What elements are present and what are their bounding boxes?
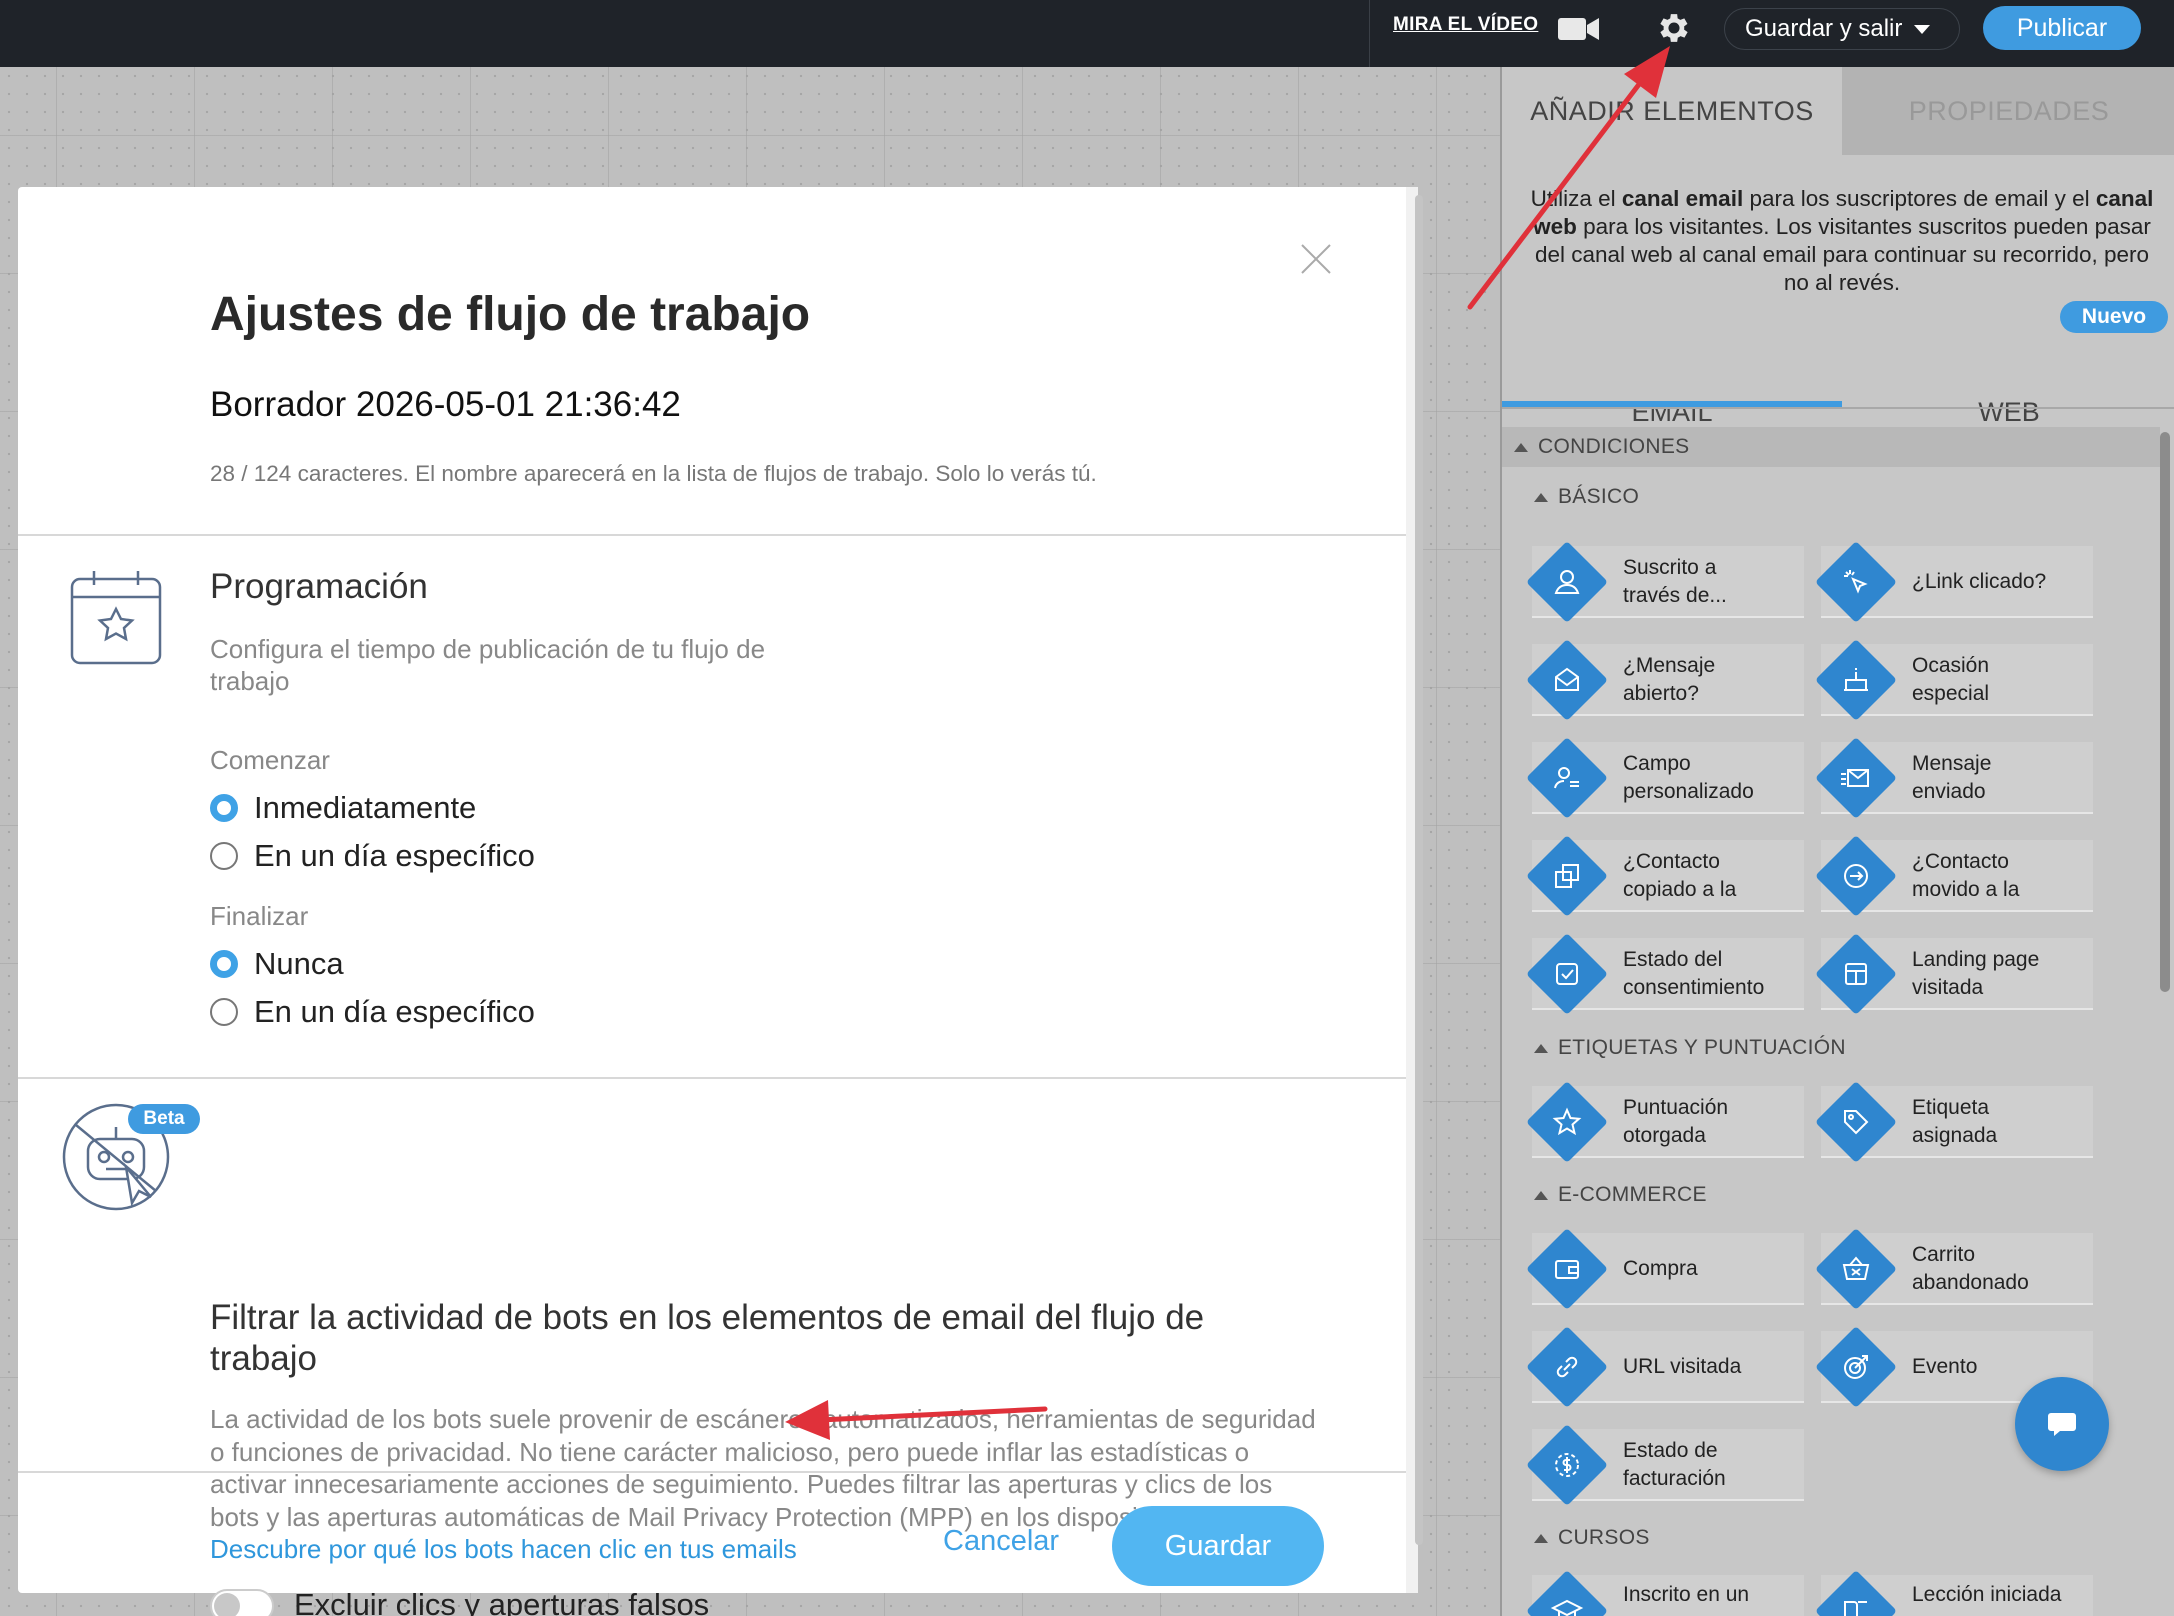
section-tags-scoring[interactable]: ETIQUETAS Y PUNTUACIÓN <box>1534 1036 1846 1060</box>
collapse-icon <box>1534 492 1548 502</box>
element-enrolled-course[interactable]: Inscrito en un <box>1525 1569 1804 1616</box>
watch-video-link[interactable]: MIRA EL VÍDEO <box>1393 14 1538 36</box>
section-ecommerce[interactable]: E-COMMERCE <box>1534 1183 1707 1207</box>
element-message-sent[interactable]: Mensaje enviado <box>1814 736 2093 820</box>
workflow-settings-modal: Ajustes de flujo de trabajo Borrador 202… <box>18 187 1423 1616</box>
elements-panel: AÑADIR ELEMENTOS PROPIEDADES Utiliza el … <box>1500 67 2174 1616</box>
section-basic[interactable]: BÁSICO <box>1534 485 1639 509</box>
radio-end-never[interactable]: Nunca <box>210 946 344 982</box>
element-subscribed-via[interactable]: Suscrito a través de... <box>1525 540 1804 624</box>
cake-icon <box>1844 668 1868 691</box>
exclude-fake-toggle[interactable] <box>210 1589 274 1616</box>
tab-add-elements[interactable]: AÑADIR ELEMENTOS <box>1502 67 1842 155</box>
graduation-cap-icon <box>1550 1599 1584 1616</box>
exclude-fake-label: Excluir clics y aperturas falsos <box>294 1587 710 1616</box>
section-courses[interactable]: CURSOS <box>1534 1526 1650 1550</box>
basket-x-icon <box>1842 1256 1870 1280</box>
element-custom-field[interactable]: Campo personalizado <box>1525 736 1804 820</box>
divider <box>18 534 1406 536</box>
element-billing-status[interactable]: Estado de facturación <box>1525 1423 1804 1507</box>
topbar-divider <box>1369 0 1370 67</box>
chat-bubble-icon <box>2048 1413 2076 1436</box>
tabs-divider <box>1502 407 2174 409</box>
checkbox-icon <box>1556 963 1578 985</box>
divider <box>18 1471 1406 1473</box>
layout-icon <box>1845 963 1867 985</box>
tag-icon <box>1844 1110 1869 1135</box>
calendar-star-icon <box>70 571 162 665</box>
element-abandoned-cart[interactable]: Carrito abandonado <box>1814 1227 2093 1311</box>
element-message-opened[interactable]: ¿Mensaje abierto? <box>1525 638 1804 722</box>
radio-end-specific-day[interactable]: En un día específico <box>210 994 535 1030</box>
wallet-icon <box>1555 1260 1579 1279</box>
panel-scrollbar[interactable] <box>2160 432 2170 992</box>
link-icon <box>1556 1356 1578 1378</box>
top-bar: MIRA EL VÍDEO Guardar y salir Publicar <box>0 0 2174 67</box>
element-score-given[interactable]: Puntuación otorgada <box>1525 1080 1804 1164</box>
collapse-icon <box>1534 1190 1548 1200</box>
element-link-clicked[interactable]: ¿Link clicado? <box>1814 540 2093 624</box>
element-url-visited[interactable]: URL visitada <box>1525 1325 1804 1409</box>
schedule-description: Configura el tiempo de publicación de tu… <box>210 634 766 696</box>
star-icon <box>1552 1107 1582 1136</box>
save-and-exit-label: Guardar y salir <box>1745 15 1903 42</box>
dollar-cycle-icon <box>1555 1453 1579 1477</box>
element-contact-copied[interactable]: ¿Contacto copiado a la <box>1525 834 1804 918</box>
copy-icon <box>1555 864 1579 888</box>
divider <box>18 1077 1406 1079</box>
toggle-knob <box>214 1593 240 1616</box>
cursor-click-icon <box>1844 570 1868 594</box>
learn-bots-link[interactable]: Descubre por qué los bots hacen clic en … <box>210 1534 797 1564</box>
save-and-exit-dropdown[interactable]: Guardar y salir <box>1724 8 1960 50</box>
radio-unselected-icon <box>210 998 238 1026</box>
target-icon <box>1844 1355 1868 1379</box>
element-purchase[interactable]: Compra <box>1525 1227 1804 1311</box>
radio-selected-icon <box>210 950 238 978</box>
save-button[interactable]: Guardar <box>1112 1506 1324 1586</box>
element-lesson-started[interactable]: Lección iniciada <box>1814 1569 2093 1616</box>
modal-title: Ajustes de flujo de trabajo <box>210 288 811 341</box>
start-label: Comenzar <box>210 745 330 775</box>
user-icon <box>1554 570 1580 594</box>
element-landing-page-visited[interactable]: Landing page visitada <box>1814 932 2093 1016</box>
section-conditions[interactable]: CONDICIONES <box>1502 427 2160 467</box>
new-badge: Nuevo <box>2060 301 2168 333</box>
element-consent-status[interactable]: Estado del consentimiento <box>1525 932 1804 1016</box>
radio-start-immediately[interactable]: Inmediatamente <box>210 790 476 826</box>
book-icon <box>1844 1601 1867 1616</box>
chat-button[interactable] <box>2015 1377 2109 1471</box>
envelope-open-icon <box>1555 667 1579 691</box>
radio-selected-icon <box>210 794 238 822</box>
radio-start-specific-day[interactable]: En un día específico <box>210 838 535 874</box>
tab-properties[interactable]: PROPIEDADES <box>1842 67 2174 155</box>
end-label: Finalizar <box>210 901 309 931</box>
collapse-icon <box>1534 1043 1548 1053</box>
radio-unselected-icon <box>210 842 238 870</box>
bot-filter-title: Filtrar la actividad de bots en los elem… <box>210 1298 1205 1378</box>
element-tag-assigned[interactable]: Etiqueta asignada <box>1814 1080 2093 1164</box>
element-contact-moved[interactable]: ¿Contacto movido a la <box>1814 834 2093 918</box>
modal-scrollbar[interactable] <box>1415 195 1423 1545</box>
collapse-icon <box>1514 442 1528 452</box>
beta-badge: Beta <box>128 1104 200 1134</box>
gear-icon[interactable] <box>1655 9 1693 47</box>
user-field-icon <box>1554 767 1579 789</box>
close-icon[interactable] <box>1296 239 1336 279</box>
workflow-name-input[interactable]: Borrador 2026-05-01 21:36:42 <box>210 385 681 425</box>
cancel-button[interactable]: Cancelar <box>943 1525 1059 1558</box>
channel-description: Utiliza el canal email para los suscript… <box>1530 186 2154 295</box>
envelope-sent-icon <box>1841 769 1869 787</box>
name-hint: 28 / 124 caracteres. El nombre aparecerá… <box>210 461 1097 486</box>
schedule-title: Programación <box>210 567 428 606</box>
publish-button[interactable]: Publicar <box>1983 6 2141 50</box>
chevron-down-icon <box>1914 24 1931 34</box>
active-tab-indicator <box>1502 401 1842 407</box>
collapse-icon <box>1534 1533 1548 1543</box>
move-arrow-icon <box>1844 864 1868 888</box>
element-special-occasion[interactable]: Ocasión especial <box>1814 638 2093 722</box>
video-camera-icon[interactable] <box>1558 16 1600 42</box>
